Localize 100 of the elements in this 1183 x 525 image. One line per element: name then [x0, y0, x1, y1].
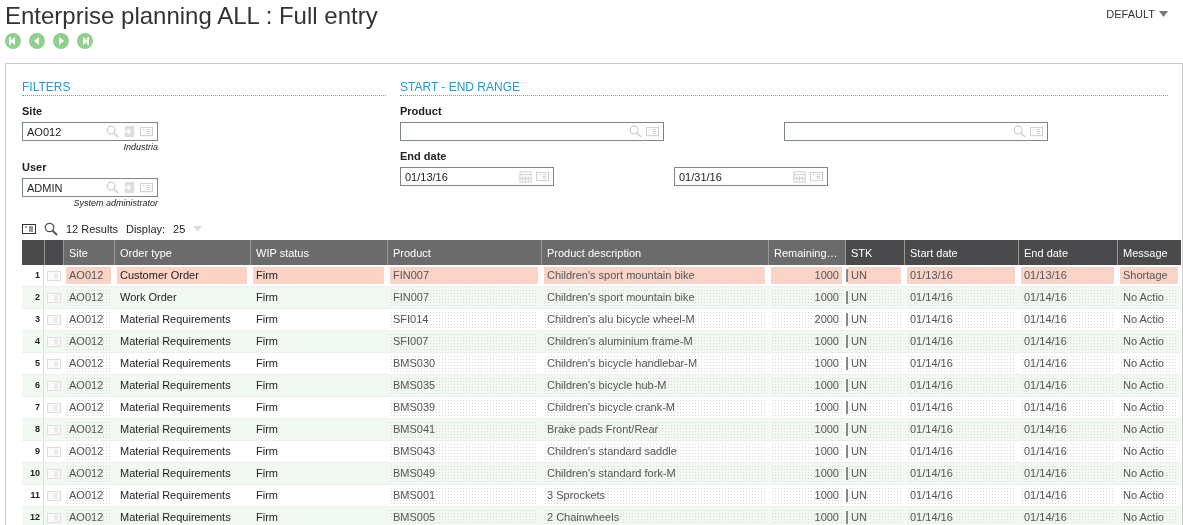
table-cell: UN	[848, 333, 901, 350]
column-header[interactable]: Start date	[904, 240, 1018, 265]
column-header[interactable]: Order type	[114, 240, 250, 265]
table-cell: No Actio	[1120, 421, 1178, 438]
table-cell: No Actio	[1120, 289, 1178, 306]
table-cell: AO012	[66, 421, 111, 438]
table-cell-text: Material Requirements	[119, 422, 232, 437]
table-cell-text: Material Requirements	[119, 400, 232, 415]
table-cell: Children's bicycle handlebar-M	[544, 355, 765, 372]
input-field[interactable]: 01/13/16	[400, 167, 554, 186]
table-cell: 1000	[771, 421, 842, 438]
table-cell: No Actio	[1120, 509, 1178, 525]
table-cell: UN	[848, 355, 901, 372]
column-header[interactable]: Product	[387, 240, 541, 265]
link-icon[interactable]	[123, 181, 136, 194]
column-header[interactable]: Message	[1117, 240, 1181, 265]
header-cell	[22, 240, 44, 265]
table-cell: 01/14/16	[907, 333, 1015, 350]
search-icon[interactable]	[44, 222, 58, 236]
caret-icon[interactable]	[193, 226, 203, 232]
column-header[interactable]: Site	[63, 240, 114, 265]
row-number: 11	[22, 485, 44, 506]
table-cell: BMS049	[390, 465, 538, 482]
row-number: 3	[22, 309, 44, 330]
table-cell: No Actio	[1120, 443, 1178, 460]
table-cell: AO012	[66, 267, 111, 284]
table-cell-text: Firm	[255, 488, 279, 503]
link-icon[interactable]	[123, 125, 136, 138]
table-cell: 1000	[771, 465, 842, 482]
table-cell: Customer Order	[117, 267, 247, 284]
table-cell: 01/14/16	[907, 399, 1015, 416]
table-cell-text: Firm	[255, 422, 279, 437]
table-cell: 1000	[771, 487, 842, 504]
table-cell-text: Firm	[255, 290, 279, 305]
table-cell: 01/14/16	[1021, 509, 1114, 525]
table-cell: AO012	[66, 377, 111, 394]
table-cell: No Actio	[1120, 487, 1178, 504]
skip-icon[interactable]	[5, 33, 21, 49]
input-field[interactable]: 01/31/16	[674, 167, 828, 186]
table-cell: UN	[848, 377, 901, 394]
table-cell: 01/14/16	[1021, 465, 1114, 482]
field-label: Product	[400, 105, 443, 117]
table-cell: 1000	[771, 355, 842, 372]
row-number: 10	[22, 463, 44, 484]
table-cell: FIN007	[390, 267, 538, 284]
table-cell: 01/14/16	[907, 355, 1015, 372]
table-cell: BMS039	[390, 399, 538, 416]
column-header[interactable]: End date	[1018, 240, 1117, 265]
table-cell-text: Material Requirements	[119, 378, 232, 393]
table-cell: 1000	[771, 509, 842, 525]
column-header[interactable]: Product description	[541, 240, 768, 265]
view-menu[interactable]: DEFAULT	[1106, 6, 1168, 22]
table-cell: 3 Sprockets	[544, 487, 765, 504]
field-caption: System administrator	[72, 198, 158, 208]
row-number: 4	[22, 331, 44, 352]
table-cell: 01/14/16	[1021, 289, 1114, 306]
table-cell: UN	[848, 509, 901, 525]
row-number: 9	[22, 441, 44, 462]
row-number: 12	[22, 507, 44, 525]
field-label: User	[22, 161, 48, 173]
display-select[interactable]: 25	[173, 223, 186, 235]
table-cell-text: Material Requirements	[119, 488, 232, 503]
table-cell: 01/14/16	[907, 311, 1015, 328]
row-number: 8	[22, 419, 44, 440]
row-number: 2	[22, 287, 44, 308]
table-cell: UN	[848, 399, 901, 416]
field-label: End date	[400, 150, 448, 162]
page-title: Enterprise planning ALL : Full entry	[5, 2, 378, 30]
table-cell: 01/13/16	[1021, 267, 1114, 284]
table-cell: SFI007	[390, 333, 538, 350]
input-field[interactable]: AO012	[22, 122, 158, 141]
table-cell-text: Material Requirements	[119, 356, 232, 371]
skip-icon[interactable]	[77, 33, 93, 49]
table-cell: Children's bicycle crank-M	[544, 399, 765, 416]
calendar-icon[interactable]	[793, 170, 806, 183]
table-cell: SFI014	[390, 311, 538, 328]
table-cell: Children's standard saddle	[544, 443, 765, 460]
table-cell: 2000	[771, 311, 842, 328]
table-cell: 01/14/16	[907, 443, 1015, 460]
table-cell: 1000	[771, 267, 842, 284]
table-cell: 1000	[771, 377, 842, 394]
table-cell: AO012	[66, 443, 111, 460]
column-header[interactable]: WIP status	[250, 240, 387, 265]
calendar-icon[interactable]	[519, 170, 532, 183]
table-cell: 01/14/16	[907, 289, 1015, 306]
table-cell: No Actio	[1120, 333, 1178, 350]
table-cell: 01/14/16	[1021, 421, 1114, 438]
column-header[interactable]: STK	[845, 240, 904, 265]
table-cell: AO012	[66, 487, 111, 504]
table-cell: AO012	[66, 465, 111, 482]
table-cell: UN	[848, 487, 901, 504]
table-cell: UN	[848, 289, 901, 306]
table-cell: No Actio	[1120, 355, 1178, 372]
table-cell: AO012	[66, 289, 111, 306]
detail-icon[interactable]	[22, 222, 36, 236]
input-field[interactable]: ADMIN	[22, 178, 158, 197]
table-cell-text: Firm	[255, 334, 279, 349]
table-cell: UN	[848, 311, 901, 328]
table-cell-text: Work Order	[119, 290, 178, 305]
display-label: Display:	[126, 223, 166, 235]
